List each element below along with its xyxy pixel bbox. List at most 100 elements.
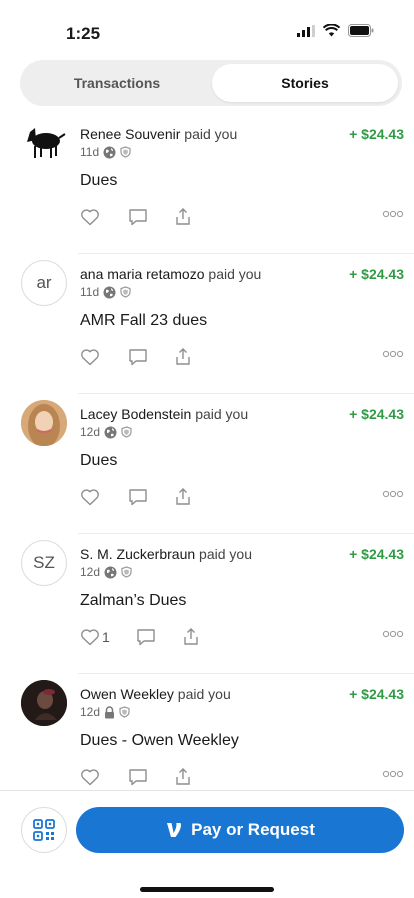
story-time: 11d: [80, 145, 100, 159]
comment-button[interactable]: [128, 348, 148, 366]
share-button[interactable]: [174, 348, 192, 366]
payment-note: Dues: [80, 172, 118, 189]
like-button[interactable]: [80, 208, 102, 226]
story-verb: paid you: [208, 266, 262, 282]
share-icon: [176, 208, 190, 225]
comment-icon: [129, 769, 147, 786]
wifi-icon: [323, 24, 340, 37]
venmo-logo-icon: [167, 823, 182, 837]
story-headline: Owen Weekley paid you: [80, 686, 231, 702]
like-button[interactable]: [80, 348, 102, 366]
heart-icon: [81, 209, 99, 226]
story-time: 12d: [80, 705, 101, 719]
story-item[interactable]: Lacey Bodenstein paid you 12d + $24.43 D…: [0, 394, 414, 534]
payment-amount: + $24.43: [349, 546, 404, 562]
payment-note: Dues: [80, 452, 118, 469]
like-button[interactable]: [80, 768, 102, 786]
comment-icon: [129, 489, 147, 506]
shield-icon: [120, 146, 131, 158]
story-actions: [80, 488, 218, 506]
more-options-icon[interactable]: [382, 490, 404, 498]
tab-transactions[interactable]: Transactions: [24, 64, 210, 102]
like-button[interactable]: [80, 488, 102, 506]
payment-note: Zalman’s Dues: [80, 592, 187, 609]
battery-icon: [348, 24, 374, 37]
story-actions: [80, 208, 218, 226]
more-options-icon[interactable]: [382, 350, 404, 358]
story-item[interactable]: Renee Souvenir paid you 11d + $24.43 Due…: [0, 114, 414, 254]
heart-icon: [81, 489, 99, 506]
more-options-icon[interactable]: [382, 770, 404, 778]
payer-name[interactable]: Renee Souvenir: [80, 126, 180, 142]
payer-name[interactable]: Owen Weekley: [80, 686, 174, 702]
qr-code-icon: [33, 819, 55, 841]
feed-segmented-control: Transactions Stories: [20, 60, 402, 106]
story-headline: Lacey Bodenstein paid you: [80, 406, 248, 422]
home-indicator: [140, 887, 274, 892]
story-headline: Renee Souvenir paid you: [80, 126, 237, 142]
bottom-action-bar: Pay or Request: [0, 790, 414, 898]
globe-icon: [104, 566, 117, 578]
payer-name[interactable]: Lacey Bodenstein: [80, 406, 191, 422]
comment-button[interactable]: [128, 208, 148, 226]
status-time: 1:25: [66, 24, 101, 43]
story-item[interactable]: SZ S. M. Zuckerbraun paid you 12d + $24.…: [0, 534, 414, 674]
globe-icon: [103, 146, 116, 158]
story-headline: S. M. Zuckerbraun paid you: [80, 546, 252, 562]
story-item[interactable]: ar ana maria retamozo paid you 11d + $24…: [0, 254, 414, 394]
avatar[interactable]: [21, 680, 67, 726]
comment-button[interactable]: [128, 768, 148, 786]
payment-amount: + $24.43: [349, 126, 404, 142]
qr-code-button[interactable]: [21, 807, 67, 853]
story-verb: paid you: [199, 546, 252, 562]
story-meta: 12d: [80, 705, 130, 719]
share-button[interactable]: [174, 208, 192, 226]
pay-or-request-button[interactable]: Pay or Request: [76, 807, 404, 853]
profile-photo-icon: [21, 680, 67, 726]
story-headline: ana maria retamozo paid you: [80, 266, 261, 282]
story-meta: 12d: [80, 565, 132, 579]
shield-icon: [121, 566, 132, 578]
avatar[interactable]: [21, 400, 67, 446]
like-button[interactable]: 1: [80, 628, 110, 646]
pay-or-request-label: Pay or Request: [191, 820, 315, 839]
more-options-icon[interactable]: [382, 210, 404, 218]
payer-name[interactable]: ana maria retamozo: [80, 266, 205, 282]
comment-icon: [137, 629, 155, 646]
comment-icon: [129, 209, 147, 226]
avatar[interactable]: SZ: [21, 540, 67, 586]
payer-name[interactable]: S. M. Zuckerbraun: [80, 546, 195, 562]
story-meta: 12d: [80, 425, 132, 439]
comment-button[interactable]: [136, 628, 156, 646]
share-icon: [184, 628, 198, 645]
shield-icon: [121, 426, 132, 438]
story-verb: paid you: [184, 126, 238, 142]
story-item[interactable]: Owen Weekley paid you 12d + $24.43 Dues …: [0, 674, 414, 790]
share-button[interactable]: [182, 628, 200, 646]
signal-icon: [297, 24, 315, 37]
story-actions: 1: [80, 628, 226, 646]
payment-amount: + $24.43: [349, 686, 404, 702]
avatar[interactable]: [21, 120, 67, 166]
payment-note: AMR Fall 23 dues: [80, 312, 208, 329]
tab-stories[interactable]: Stories: [212, 64, 398, 102]
heart-icon: [81, 629, 99, 646]
story-time: 12d: [80, 565, 101, 579]
shield-icon: [119, 706, 130, 718]
stories-feed[interactable]: Renee Souvenir paid you 11d + $24.43 Due…: [0, 114, 414, 790]
share-icon: [176, 768, 190, 785]
share-button[interactable]: [174, 488, 192, 506]
share-button[interactable]: [174, 768, 192, 786]
comment-button[interactable]: [128, 488, 148, 506]
share-icon: [176, 488, 190, 505]
story-actions: [80, 768, 218, 786]
globe-icon: [104, 426, 117, 438]
avatar[interactable]: ar: [21, 260, 67, 306]
shield-icon: [120, 286, 131, 298]
like-count: 1: [102, 629, 110, 645]
story-meta: 11d: [80, 285, 131, 299]
more-options-icon[interactable]: [382, 630, 404, 638]
status-bar: 1:25: [0, 0, 414, 60]
story-time: 11d: [80, 285, 100, 299]
system-icons: [297, 24, 374, 37]
